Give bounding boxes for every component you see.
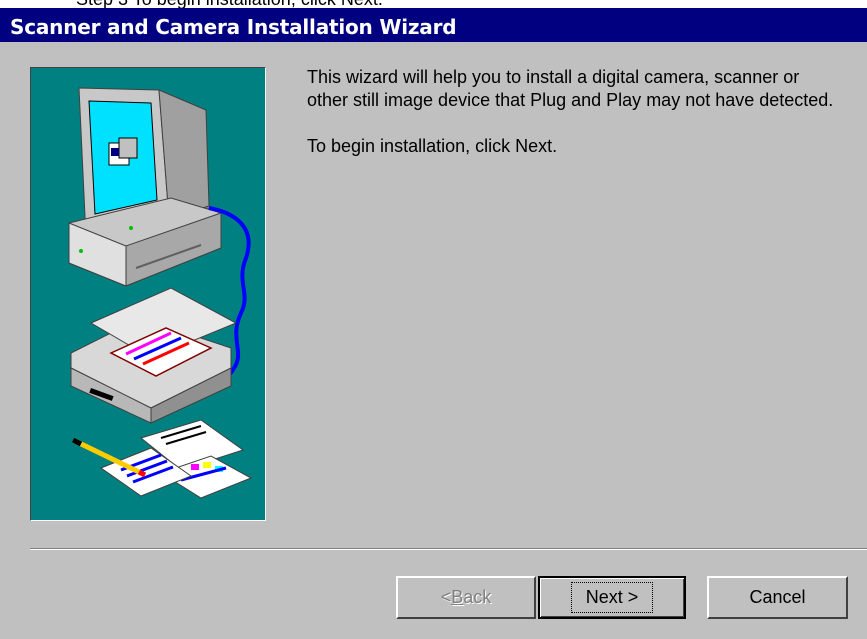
separator-line <box>30 548 867 550</box>
printed-documents-icon <box>71 419 253 499</box>
cancel-button[interactable]: Cancel <box>707 576 848 619</box>
back-button-rest: ack <box>463 587 492 607</box>
next-button-label: Next > <box>570 582 654 613</box>
instruction-paragraph: To begin installation, click Next. <box>307 136 558 156</box>
cancel-button-label: Cancel <box>749 587 806 607</box>
next-button[interactable]: Next > <box>538 576 686 619</box>
computer-monitor-icon <box>68 87 222 287</box>
title-bar: Scanner and Camera Installation Wizard <box>0 8 867 42</box>
back-button-hotkey: B <box>451 587 464 607</box>
window-title: Scanner and Camera Installation Wizard <box>10 15 457 39</box>
top-strip: Step 3 To begin installation, click Next… <box>0 0 867 8</box>
intro-paragraph: This wizard will help you to install a d… <box>307 67 834 110</box>
wizard-illustration <box>30 67 266 521</box>
flatbed-scanner-icon <box>70 287 238 424</box>
top-strip-text: Step 3 To begin installation, click Next… <box>76 0 383 8</box>
back-button[interactable]: < Back <box>396 576 536 619</box>
wizard-description: This wizard will help you to install a d… <box>307 66 837 181</box>
back-button-prefix: < <box>440 587 452 607</box>
